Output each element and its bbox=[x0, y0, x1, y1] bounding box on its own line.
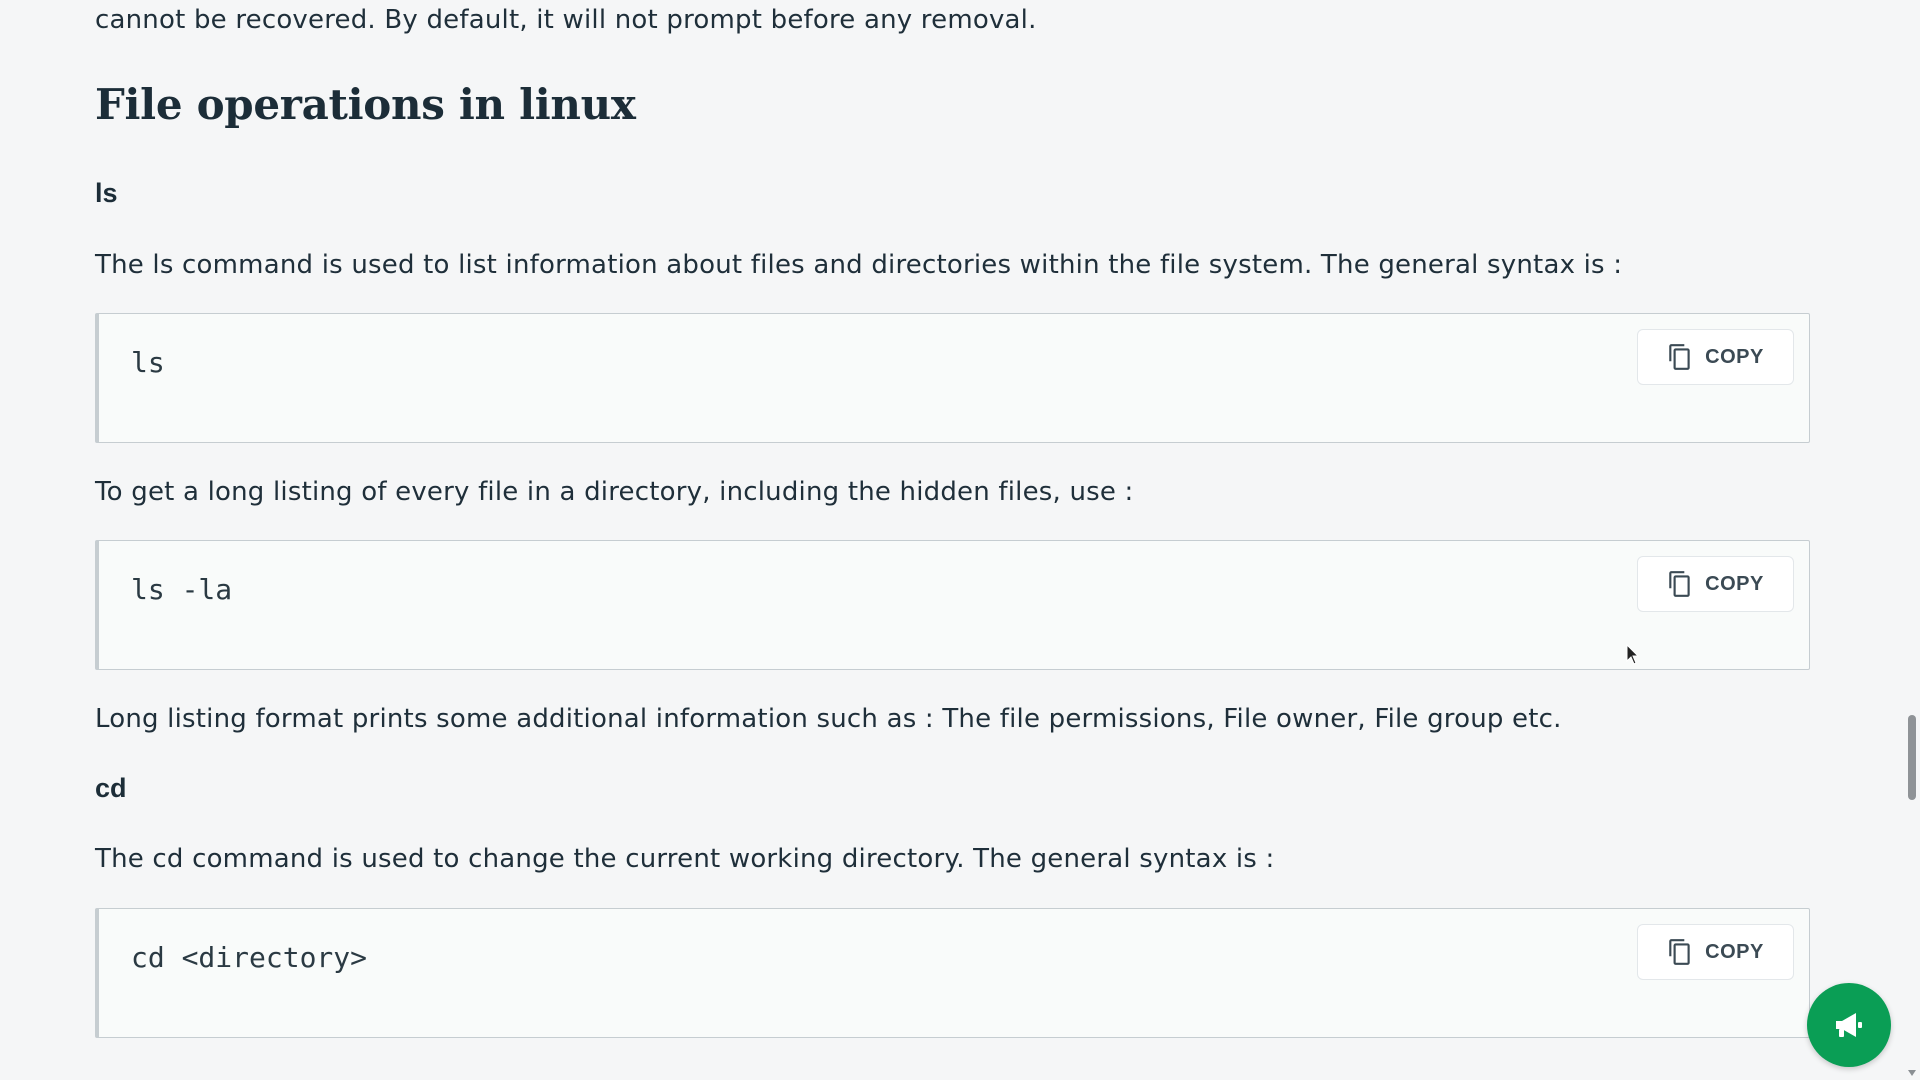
copy-button[interactable]: COPY bbox=[1637, 556, 1794, 612]
ls-description: The ls command is used to list informati… bbox=[95, 250, 1623, 280]
code-block-cd: cd <directory> COPY bbox=[95, 908, 1810, 1038]
copy-icon bbox=[1669, 939, 1690, 965]
copy-button[interactable]: COPY bbox=[1637, 924, 1794, 980]
cd-heading: cd bbox=[95, 773, 127, 803]
copy-label: COPY bbox=[1705, 940, 1764, 963]
mouse-cursor-icon bbox=[1626, 644, 1640, 665]
code-text[interactable]: ls -la bbox=[131, 573, 232, 606]
long-listing-note: Long listing format prints some addition… bbox=[95, 704, 1562, 734]
vertical-scrollbar[interactable] bbox=[1904, 0, 1920, 1080]
code-block-ls-la: ls -la COPY bbox=[95, 540, 1810, 670]
copy-icon bbox=[1669, 344, 1690, 370]
section-title: File operations in linux bbox=[95, 80, 636, 129]
code-text[interactable]: cd <directory> bbox=[131, 941, 367, 974]
code-text[interactable]: ls bbox=[131, 346, 165, 379]
code-block-ls: ls COPY bbox=[95, 313, 1810, 443]
cd-description: The cd command is used to change the cur… bbox=[95, 844, 1275, 874]
copy-button[interactable]: COPY bbox=[1637, 329, 1794, 385]
megaphone-icon bbox=[1836, 1013, 1862, 1037]
scrollbar-thumb[interactable] bbox=[1908, 715, 1916, 800]
announcement-fab-button[interactable] bbox=[1807, 983, 1891, 1067]
copy-label: COPY bbox=[1705, 572, 1764, 595]
intro-tail-text: cannot be recovered. By default, it will… bbox=[95, 5, 1037, 35]
page: cannot be recovered. By default, it will… bbox=[0, 0, 1920, 1080]
copy-label: COPY bbox=[1705, 345, 1764, 368]
scroll-down-arrow-icon[interactable] bbox=[1908, 1070, 1916, 1076]
long-listing-intro: To get a long listing of every file in a… bbox=[95, 477, 1134, 507]
ls-heading: ls bbox=[95, 178, 118, 208]
copy-icon bbox=[1669, 571, 1690, 597]
